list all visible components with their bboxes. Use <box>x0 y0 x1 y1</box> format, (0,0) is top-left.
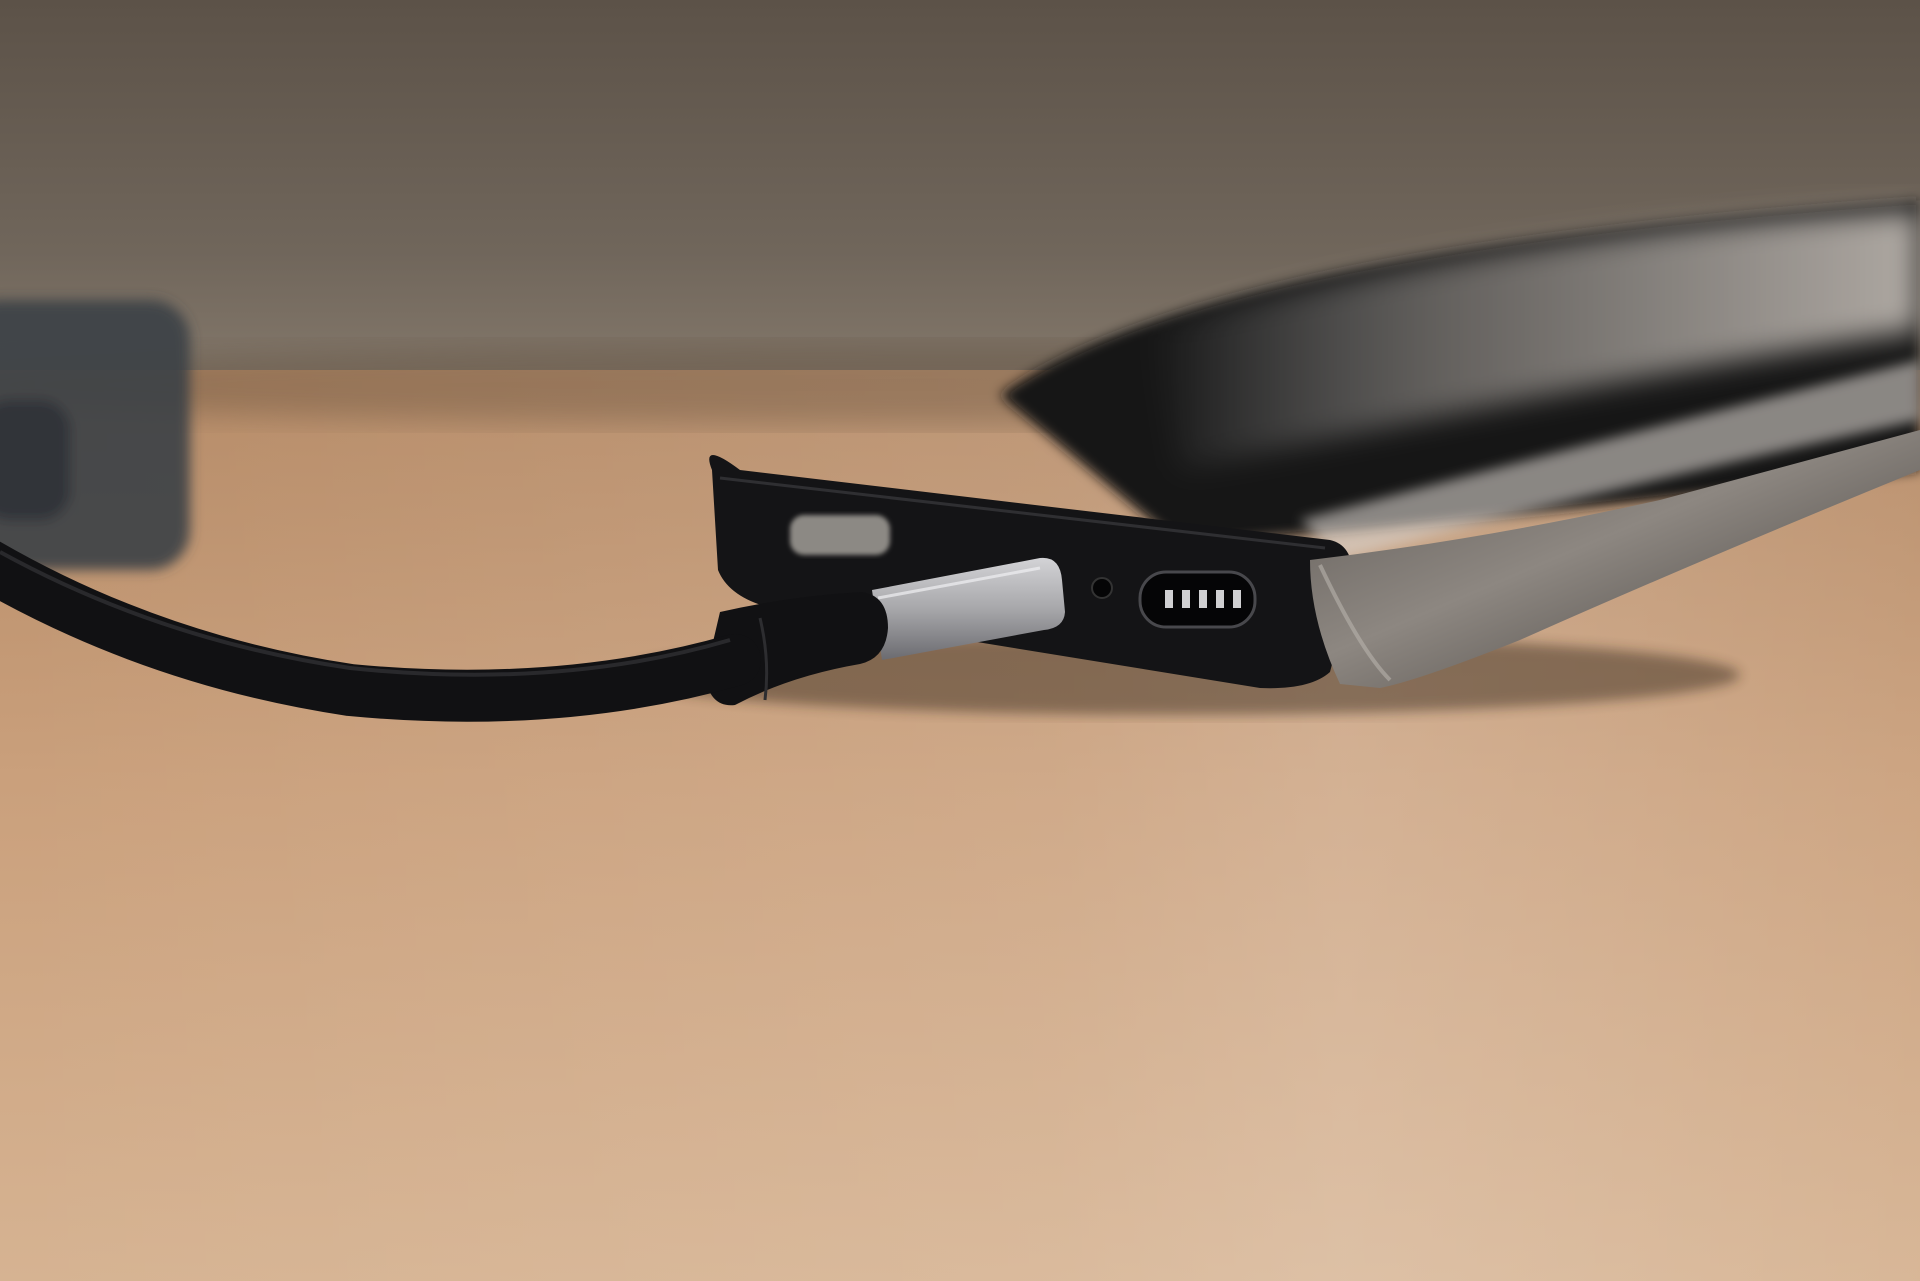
usb-port <box>1138 570 1257 629</box>
blurred-object-left <box>0 300 190 570</box>
photo-scene <box>0 0 1920 1281</box>
headphone-jack <box>1091 577 1113 599</box>
